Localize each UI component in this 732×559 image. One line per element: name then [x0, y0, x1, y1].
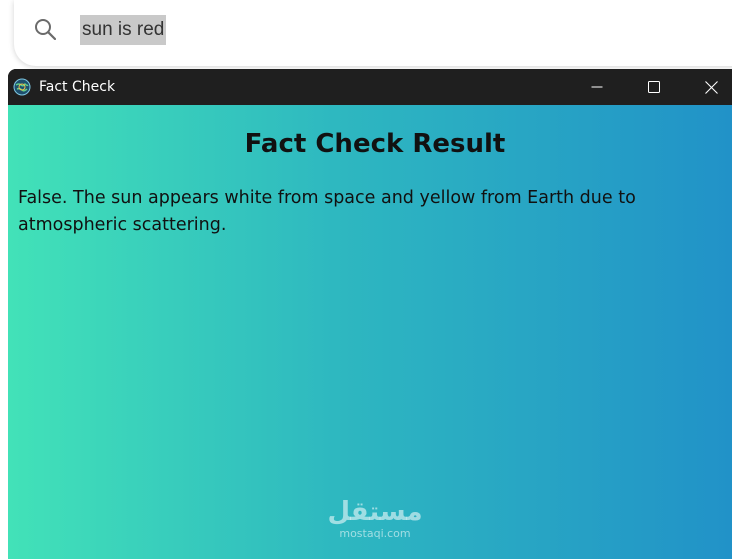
- close-button[interactable]: [688, 69, 732, 105]
- fact-check-window: Fact Check Fact Check Result False. The …: [8, 69, 732, 559]
- search-query-text[interactable]: sun is red: [80, 15, 167, 45]
- window-titlebar[interactable]: Fact Check: [8, 69, 732, 105]
- watermark-logo: مستقل: [327, 497, 423, 527]
- background-search-bar[interactable]: sun is red: [14, 0, 732, 66]
- result-heading: Fact Check Result: [244, 129, 506, 159]
- globe-app-icon: [13, 78, 31, 96]
- maximize-button[interactable]: [631, 69, 677, 105]
- watermark-url: mostaqi.com: [339, 527, 411, 540]
- result-text: False. The sun appears white from space …: [18, 188, 636, 235]
- fact-check-content: Fact Check Result False. The sun appears…: [8, 105, 732, 559]
- search-icon: [35, 19, 56, 40]
- minimize-icon: [591, 86, 603, 88]
- close-icon: [704, 80, 718, 94]
- watermark: مستقل mostaqi.com: [320, 497, 430, 540]
- window-title: Fact Check: [39, 79, 116, 95]
- minimize-button[interactable]: [574, 69, 620, 105]
- maximize-icon: [648, 81, 660, 93]
